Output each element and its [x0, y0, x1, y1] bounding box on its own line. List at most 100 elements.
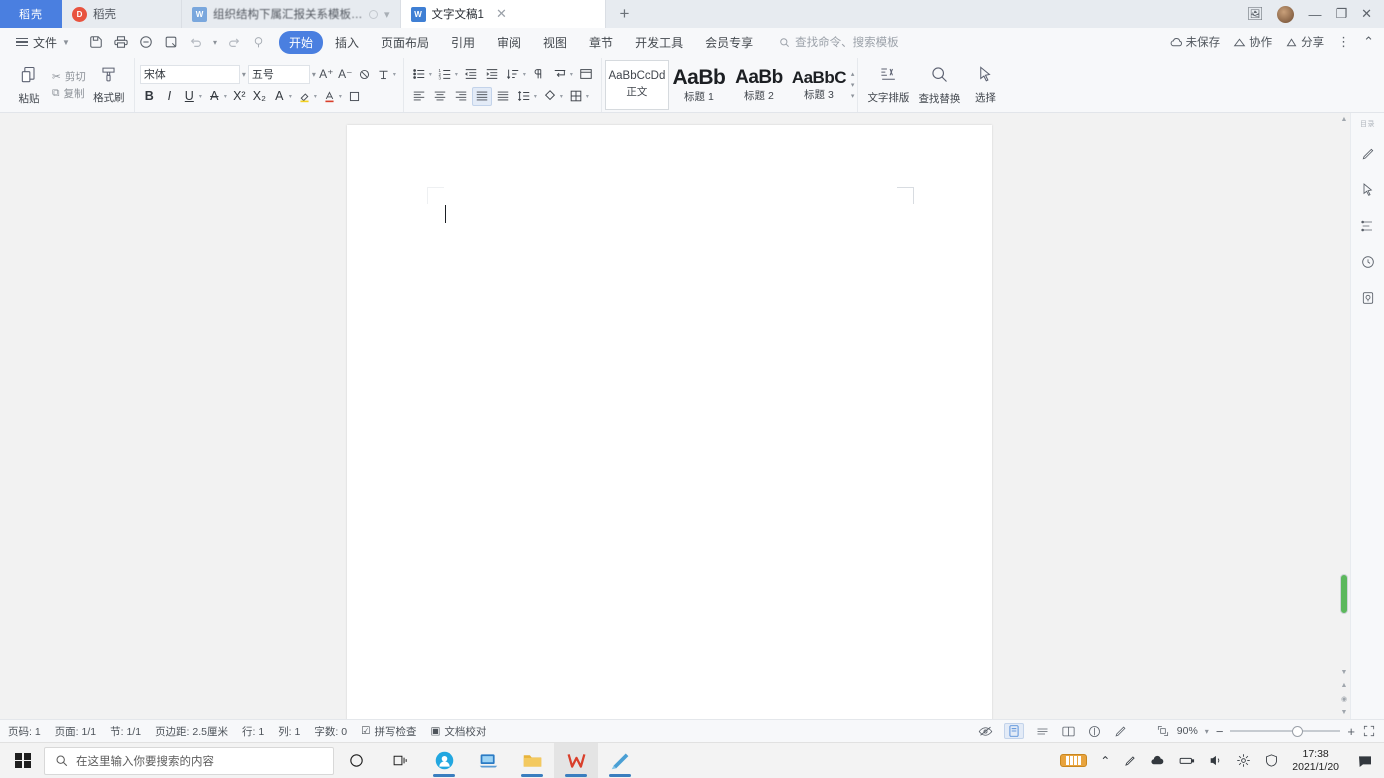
font-size-input[interactable]: 五号	[248, 65, 310, 84]
redo-icon[interactable]	[226, 34, 242, 50]
dual-page-icon[interactable]	[1061, 724, 1076, 739]
scroll-down-arrow[interactable]: ▼	[1341, 666, 1348, 679]
security-icon[interactable]	[1264, 753, 1279, 768]
cut-button[interactable]: ✂ 剪切	[52, 69, 86, 84]
save-icon[interactable]	[88, 34, 104, 50]
touch-mode-icon[interactable]	[251, 34, 267, 50]
format-painter-button[interactable]: 格式刷	[89, 58, 129, 112]
highlight-icon[interactable]	[295, 87, 314, 106]
pen-tray-icon[interactable]	[1123, 754, 1137, 768]
document-page[interactable]	[347, 125, 992, 719]
new-tab-button[interactable]: +	[606, 0, 644, 28]
close-tab-button[interactable]: ✕	[496, 6, 507, 22]
ink-pen-icon[interactable]	[1357, 143, 1379, 165]
ribbon-tab-developer[interactable]: 开发工具	[625, 31, 693, 54]
paste-button[interactable]: 粘贴	[9, 58, 49, 112]
document-canvas[interactable]	[0, 113, 1338, 719]
line-spacing-dropdown-icon[interactable]: ▾	[534, 93, 537, 100]
undo-icon[interactable]	[188, 34, 204, 50]
ribbon-tab-review[interactable]: 审阅	[487, 31, 531, 54]
shrink-font-icon[interactable]: A⁻	[337, 65, 354, 83]
zoom-out-button[interactable]: −	[1216, 724, 1224, 739]
char-border-icon[interactable]	[345, 87, 364, 106]
distribute-icon[interactable]	[493, 87, 513, 106]
more-options-icon[interactable]: ⋮	[1337, 34, 1350, 50]
strikethrough-button[interactable]: A	[205, 87, 224, 106]
cloud-unsaved-button[interactable]: 未保存	[1170, 34, 1221, 50]
taskbar-search-input[interactable]: 在这里输入你要搜索的内容	[44, 747, 334, 775]
taskbar-app-file-explorer[interactable]	[510, 743, 554, 778]
prev-page-arrow[interactable]: ▲	[1341, 679, 1348, 692]
undo-dropdown-icon[interactable]: ▾	[213, 38, 217, 47]
cursor-select-icon[interactable]	[1357, 179, 1379, 201]
style-heading-3[interactable]: AaBbC 标题 3	[789, 60, 849, 110]
font-family-dropdown-icon[interactable]: ▾	[242, 70, 246, 79]
ribbon-tab-view[interactable]: 视图	[533, 31, 577, 54]
page-view-icon[interactable]	[1004, 723, 1024, 739]
highlight-dropdown-icon[interactable]: ▾	[314, 93, 317, 100]
line-spacing-icon[interactable]	[514, 87, 534, 106]
text-effect-button[interactable]: A	[270, 87, 289, 106]
text-layout-button[interactable]: 文字排版	[863, 58, 913, 112]
align-right-icon[interactable]	[451, 87, 471, 106]
style-body[interactable]: AaBbCcDd 正文	[605, 60, 669, 110]
fullscreen-icon[interactable]	[1362, 724, 1376, 738]
italic-button[interactable]: I	[160, 87, 179, 106]
spellcheck-toggle[interactable]: ☑ 拼写检查	[361, 724, 416, 739]
line-break-icon[interactable]	[550, 65, 570, 84]
scroll-up-arrow[interactable]: ▲	[1341, 113, 1348, 126]
taskbar-app-browser[interactable]	[422, 743, 466, 778]
volume-icon[interactable]	[1208, 753, 1223, 768]
file-menu-button[interactable]: 文件 ▼	[10, 32, 76, 53]
status-word-count[interactable]: 字数: 0	[314, 724, 347, 739]
align-center-icon[interactable]	[430, 87, 450, 106]
bullet-list-icon[interactable]	[409, 65, 429, 84]
borders-dropdown-icon[interactable]: ▾	[586, 93, 589, 100]
ribbon-tab-insert[interactable]: 插入	[325, 31, 369, 54]
copy-button[interactable]: ⧉ 复制	[52, 86, 86, 101]
fit-page-icon[interactable]	[1156, 724, 1170, 738]
avatar[interactable]	[1277, 6, 1294, 23]
ime-indicator-icon[interactable]	[1060, 754, 1087, 767]
bullet-dropdown-icon[interactable]: ▾	[429, 71, 432, 78]
show-paragraph-marks-icon[interactable]	[529, 65, 549, 84]
justify-icon[interactable]	[472, 87, 492, 106]
ribbon-tab-section[interactable]: 章节	[579, 31, 623, 54]
styles-scroll-down-icon[interactable]: ▾	[851, 81, 855, 89]
bold-button[interactable]: B	[140, 87, 159, 106]
font-family-input[interactable]: 宋体	[140, 65, 240, 84]
taskbar-clock[interactable]: 17:38 2021/1/20	[1292, 748, 1339, 772]
ribbon-tab-page-layout[interactable]: 页面布局	[371, 31, 439, 54]
font-size-dropdown-icon[interactable]: ▾	[312, 70, 316, 79]
ink-write-icon[interactable]	[1113, 724, 1128, 739]
zoom-slider-knob[interactable]	[1292, 726, 1303, 737]
print-setup-icon[interactable]	[163, 34, 179, 50]
document-tab-0[interactable]: D 稻壳	[62, 0, 182, 28]
print-preview-icon[interactable]	[138, 34, 154, 50]
numbering-dropdown-icon[interactable]: ▾	[455, 71, 458, 78]
paragraph-layout-rail-icon[interactable]	[1357, 215, 1379, 237]
show-hidden-icons[interactable]: ⌃	[1100, 754, 1110, 768]
battery-icon[interactable]	[1178, 752, 1195, 769]
find-replace-button[interactable]: 查找替换	[913, 58, 965, 112]
subscript-button[interactable]: X₂	[250, 87, 269, 106]
numbered-list-icon[interactable]: 123	[435, 65, 455, 84]
web-view-icon[interactable]	[1035, 724, 1050, 739]
pinyin-icon[interactable]	[375, 65, 392, 83]
cloud-sync-icon[interactable]	[1150, 753, 1165, 768]
notification-center-icon[interactable]	[1352, 743, 1378, 778]
tab-more-icon[interactable]: ▾	[384, 8, 390, 21]
decrease-indent-icon[interactable]	[461, 65, 481, 84]
ribbon-tab-home[interactable]: 开始	[279, 31, 323, 54]
vertical-scrollbar[interactable]: ▲ ▼ ▲ ◉ ▼	[1338, 113, 1350, 719]
zoom-in-button[interactable]: +	[1347, 724, 1355, 739]
screenshot-icon[interactable]: 🖼	[1247, 6, 1264, 22]
line-break-dropdown-icon[interactable]: ▾	[570, 71, 573, 78]
font-color-dropdown-icon[interactable]: ▾	[339, 93, 342, 100]
eye-protection-icon[interactable]	[978, 724, 993, 739]
taskbar-app-editor[interactable]	[598, 743, 642, 778]
sort-dropdown-icon[interactable]: ▾	[523, 71, 526, 78]
proofread-button[interactable]: ▣ 文档校对	[430, 724, 486, 739]
select-browse-object-icon[interactable]: ◉	[1341, 692, 1347, 706]
zoom-slider[interactable]	[1230, 726, 1340, 737]
